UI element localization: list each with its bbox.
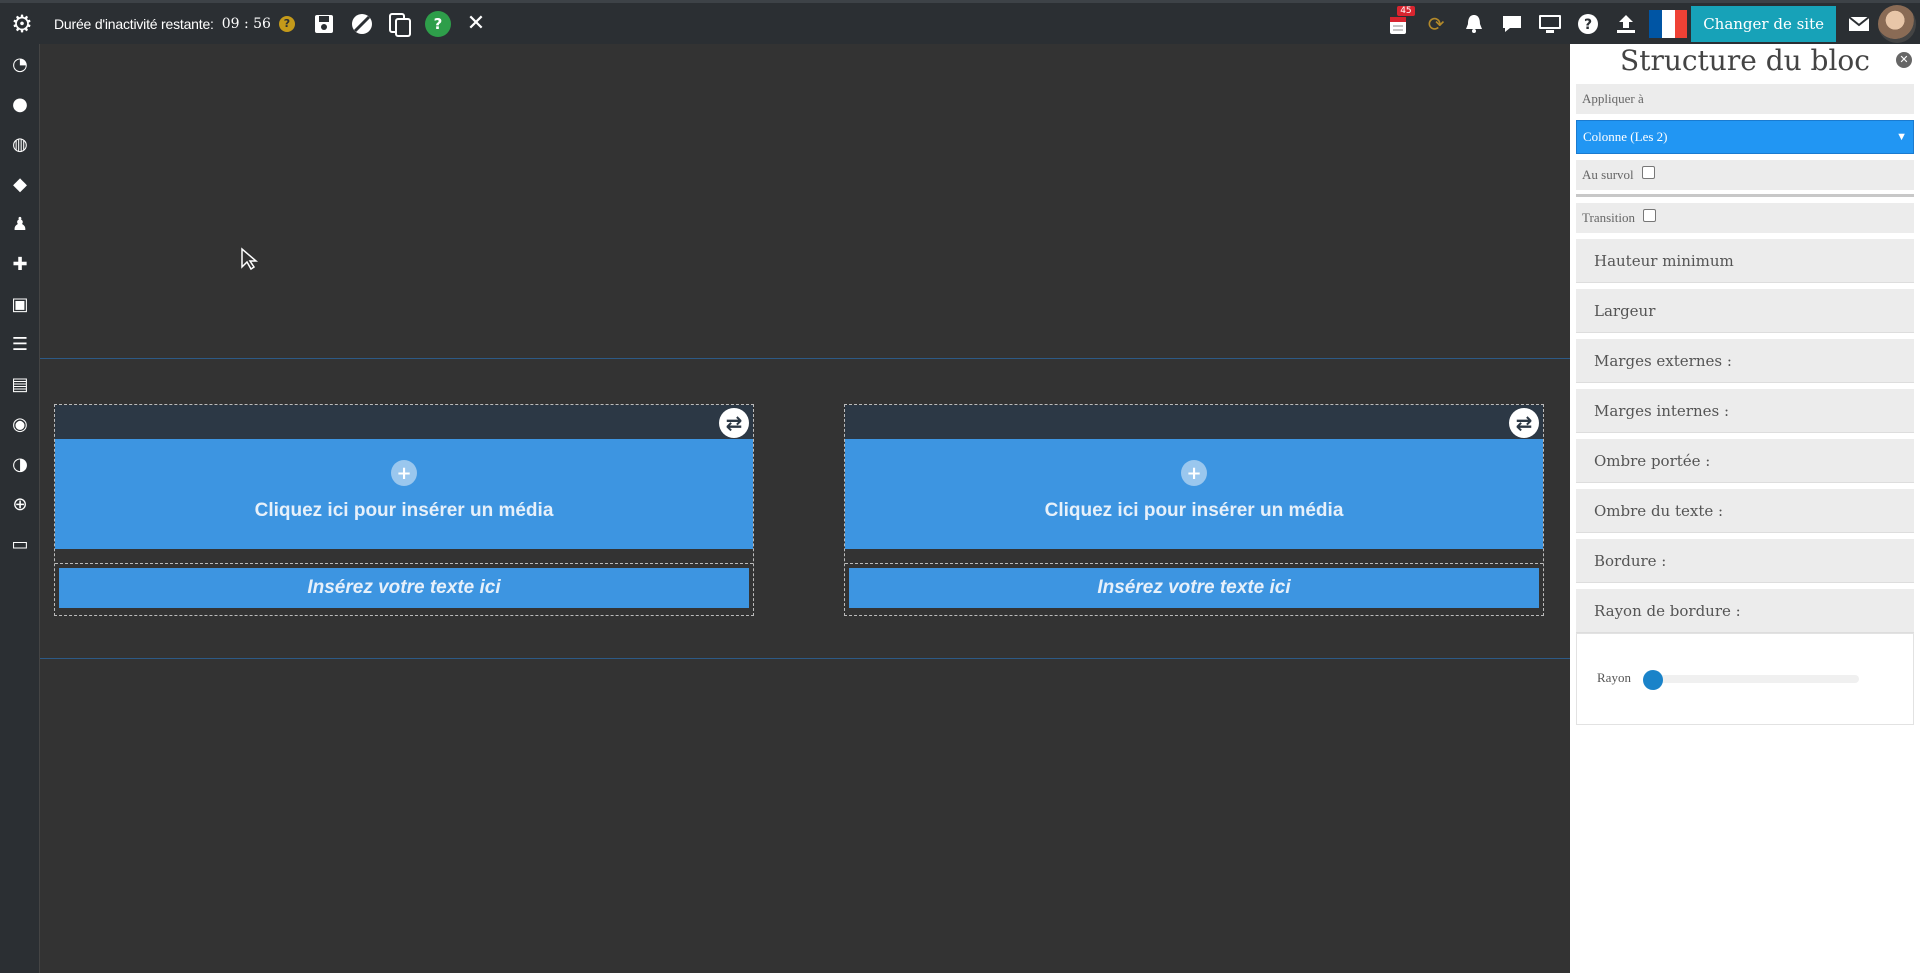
accordion-border[interactable]: Bordure : xyxy=(1576,539,1914,583)
monitor-icon[interactable] xyxy=(1531,2,1569,46)
transition-checkbox-row: Transition xyxy=(1576,203,1914,233)
radius-slider-track[interactable] xyxy=(1643,675,1859,683)
plus-icon[interactable]: + xyxy=(1181,460,1207,486)
panel-title: Structure du bloc ✕ xyxy=(1570,44,1920,78)
media-insert-label: Cliquez ici pour insérer un média xyxy=(254,500,554,521)
globe-icon[interactable]: ◉ xyxy=(0,404,40,444)
puzzle-icon[interactable]: ✚ xyxy=(0,244,40,284)
change-site-button[interactable]: Changer de site xyxy=(1691,5,1836,42)
close-icon[interactable]: ✕ xyxy=(457,2,495,46)
column-2[interactable]: ⇄ + Cliquez ici pour insérer un média In… xyxy=(844,404,1544,616)
chevron-down-icon: ▼ xyxy=(1896,131,1907,143)
block-structure-panel: Structure du bloc ✕ Appliquer à Colonne … xyxy=(1570,44,1920,973)
column-header: ⇄ xyxy=(55,405,753,439)
text-placeholder[interactable]: Insérez votre texte ici xyxy=(59,568,749,608)
apply-to-select[interactable]: Colonne (Les 2) ▼ xyxy=(1576,120,1914,154)
radius-slider-box: Rayon xyxy=(1576,633,1914,725)
idle-label: Durée d'inactivité restante: xyxy=(54,15,214,32)
images-icon[interactable]: ▣ xyxy=(0,284,40,324)
apply-to-label: Appliquer à xyxy=(1576,84,1914,114)
mail-icon[interactable] xyxy=(1840,2,1878,46)
bell-icon[interactable] xyxy=(1455,2,1493,46)
svg-text:?: ? xyxy=(1584,17,1592,33)
text-block-wrapper: Insérez votre texte ici xyxy=(845,563,1543,608)
text-block-wrapper: Insérez votre texte ici xyxy=(55,563,753,608)
panel-title-text: Structure du bloc xyxy=(1620,44,1870,77)
blog-icon[interactable]: ◑ xyxy=(0,444,40,484)
seo-search-icon[interactable]: ⊕ xyxy=(0,484,40,524)
question-circle-icon[interactable]: ? xyxy=(1569,2,1607,46)
accordion-text-shadow[interactable]: Ombre du texte : xyxy=(1576,489,1914,533)
divider xyxy=(1576,194,1914,197)
media-placeholder[interactable]: + Cliquez ici pour insérer un média xyxy=(845,439,1543,549)
left-sidebar: ◔ ● ◍ ◆ ♟ ✚ ▣ ☰ ▤ ◉ ◑ ⊕ ▭ xyxy=(0,44,40,973)
idle-timer: 09 : 56 xyxy=(221,15,271,32)
radius-slider-handle[interactable] xyxy=(1643,670,1663,690)
top-toolbar: ⚙ Durée d'inactivité restante: 09 : 56 ?… xyxy=(0,0,1920,44)
section-bottom-border xyxy=(40,658,1570,659)
notification-count-badge: 45 xyxy=(1397,5,1415,16)
transition-checkbox[interactable] xyxy=(1642,208,1656,222)
clipboard-icon[interactable] xyxy=(381,2,419,46)
panel-close-icon[interactable]: ✕ xyxy=(1896,52,1912,68)
accordion-outer-margins[interactable]: Marges externes : xyxy=(1576,339,1914,383)
radius-label: Rayon xyxy=(1597,670,1631,685)
swap-arrows-icon[interactable]: ⇄ xyxy=(719,408,749,438)
apply-to-value: Colonne (Les 2) xyxy=(1583,129,1668,144)
column-header: ⇄ xyxy=(845,405,1543,439)
transition-label: Transition xyxy=(1582,210,1635,225)
rocket-icon[interactable]: ◍ xyxy=(0,124,40,164)
flag-stripe xyxy=(1649,9,1662,38)
contrast-icon[interactable] xyxy=(343,2,381,46)
idle-help-icon[interactable]: ? xyxy=(278,15,295,32)
help-icon[interactable]: ? xyxy=(419,2,457,46)
hover-checkbox-row: Au survol xyxy=(1576,160,1914,190)
text-placeholder[interactable]: Insérez votre texte ici xyxy=(849,568,1539,608)
accordion-width[interactable]: Largeur xyxy=(1576,289,1914,333)
hover-label: Au survol xyxy=(1582,167,1634,182)
user-avatar[interactable] xyxy=(1878,4,1916,43)
upload-icon[interactable] xyxy=(1607,2,1645,46)
media-insert-label: Cliquez ici pour insérer un média xyxy=(1044,500,1344,521)
column-1[interactable]: ⇄ + Cliquez ici pour insérer un média In… xyxy=(54,404,754,616)
dashboard-icon[interactable]: ◔ xyxy=(0,44,40,84)
plus-icon[interactable]: + xyxy=(391,460,417,486)
hover-checkbox[interactable] xyxy=(1641,165,1655,179)
calendar-icon[interactable]: 45 xyxy=(1379,2,1417,46)
accordion-border-radius[interactable]: Rayon de bordure : xyxy=(1576,589,1914,633)
sync-icon[interactable]: ⟳ xyxy=(1417,2,1455,46)
directions-icon[interactable]: ◆ xyxy=(0,164,40,204)
users-icon[interactable]: ♟ xyxy=(0,204,40,244)
accordion-min-height[interactable]: Hauteur minimum xyxy=(1576,239,1914,283)
swap-arrows-icon[interactable]: ⇄ xyxy=(1509,408,1539,438)
flag-stripe xyxy=(1661,9,1675,38)
top-right-tools: 45 ⟳ ? Changer de site xyxy=(1379,2,1920,46)
mail-bulk-icon[interactable]: ▤ xyxy=(0,364,40,404)
accordion-inner-margins[interactable]: Marges internes : xyxy=(1576,389,1914,433)
mouse-cursor-icon xyxy=(241,247,259,271)
section-top-border xyxy=(40,358,1570,359)
media-placeholder[interactable]: + Cliquez ici pour insérer un média xyxy=(55,439,753,549)
accordion-box-shadow[interactable]: Ombre portée : xyxy=(1576,439,1914,483)
chat-icon[interactable] xyxy=(1493,2,1531,46)
id-card-icon[interactable]: ▭ xyxy=(0,524,40,564)
flag-stripe xyxy=(1674,9,1688,38)
french-flag-icon[interactable] xyxy=(1649,9,1688,38)
newspaper-icon[interactable]: ☰ xyxy=(0,324,40,364)
save-icon[interactable] xyxy=(305,2,343,46)
user-icon[interactable]: ● xyxy=(0,84,40,124)
editor-canvas[interactable]: ⇄ + Cliquez ici pour insérer un média In… xyxy=(40,44,1570,973)
settings-gears-icon[interactable]: ⚙ xyxy=(0,2,44,46)
